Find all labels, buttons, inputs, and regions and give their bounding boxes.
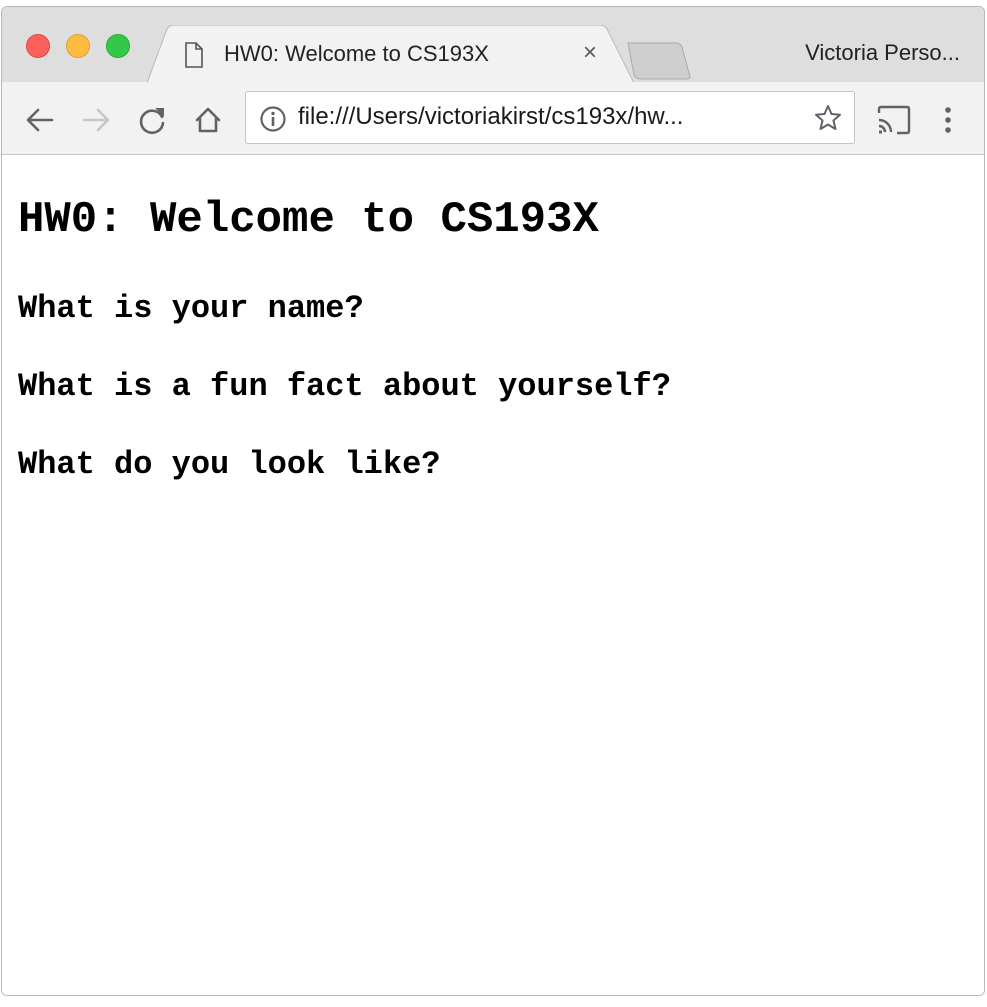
new-tab-button[interactable] (624, 41, 692, 81)
active-tab[interactable]: HW0: Welcome to CS193X × (147, 25, 634, 83)
back-arrow-icon[interactable] (24, 104, 56, 136)
reload-icon[interactable] (136, 104, 168, 136)
cast-icon[interactable] (876, 104, 912, 136)
tab-close-icon[interactable]: × (578, 39, 602, 67)
forward-arrow-icon[interactable] (80, 104, 112, 136)
bookmark-star-icon[interactable] (813, 103, 843, 133)
browser-window: HW0: Welcome to CS193X × Victoria Perso.… (1, 6, 985, 996)
profile-name[interactable]: Victoria Perso... (805, 40, 960, 66)
question-appearance: What do you look like? (18, 446, 441, 483)
question-name: What is your name? (18, 290, 364, 327)
tab-title: HW0: Welcome to CS193X (224, 41, 489, 66)
question-fun-fact: What is a fun fact about yourself? (18, 368, 671, 405)
info-icon[interactable] (259, 105, 287, 133)
maximize-window-button[interactable] (106, 34, 130, 58)
page-title: HW0: Welcome to CS193X (18, 195, 599, 245)
home-icon[interactable] (192, 104, 224, 136)
minimize-window-button[interactable] (66, 34, 90, 58)
browser-toolbar: file:///Users/victoriakirst/cs193x/hw... (2, 82, 984, 155)
document-icon (185, 42, 203, 68)
url-text[interactable]: file:///Users/victoriakirst/cs193x/hw... (298, 103, 798, 131)
address-bar[interactable]: file:///Users/victoriakirst/cs193x/hw... (245, 91, 855, 144)
page-content: HW0: Welcome to CS193X What is your name… (2, 155, 984, 995)
close-window-button[interactable] (26, 34, 50, 58)
menu-dots-icon[interactable] (936, 104, 960, 136)
title-bar: HW0: Welcome to CS193X × Victoria Perso.… (2, 7, 984, 83)
